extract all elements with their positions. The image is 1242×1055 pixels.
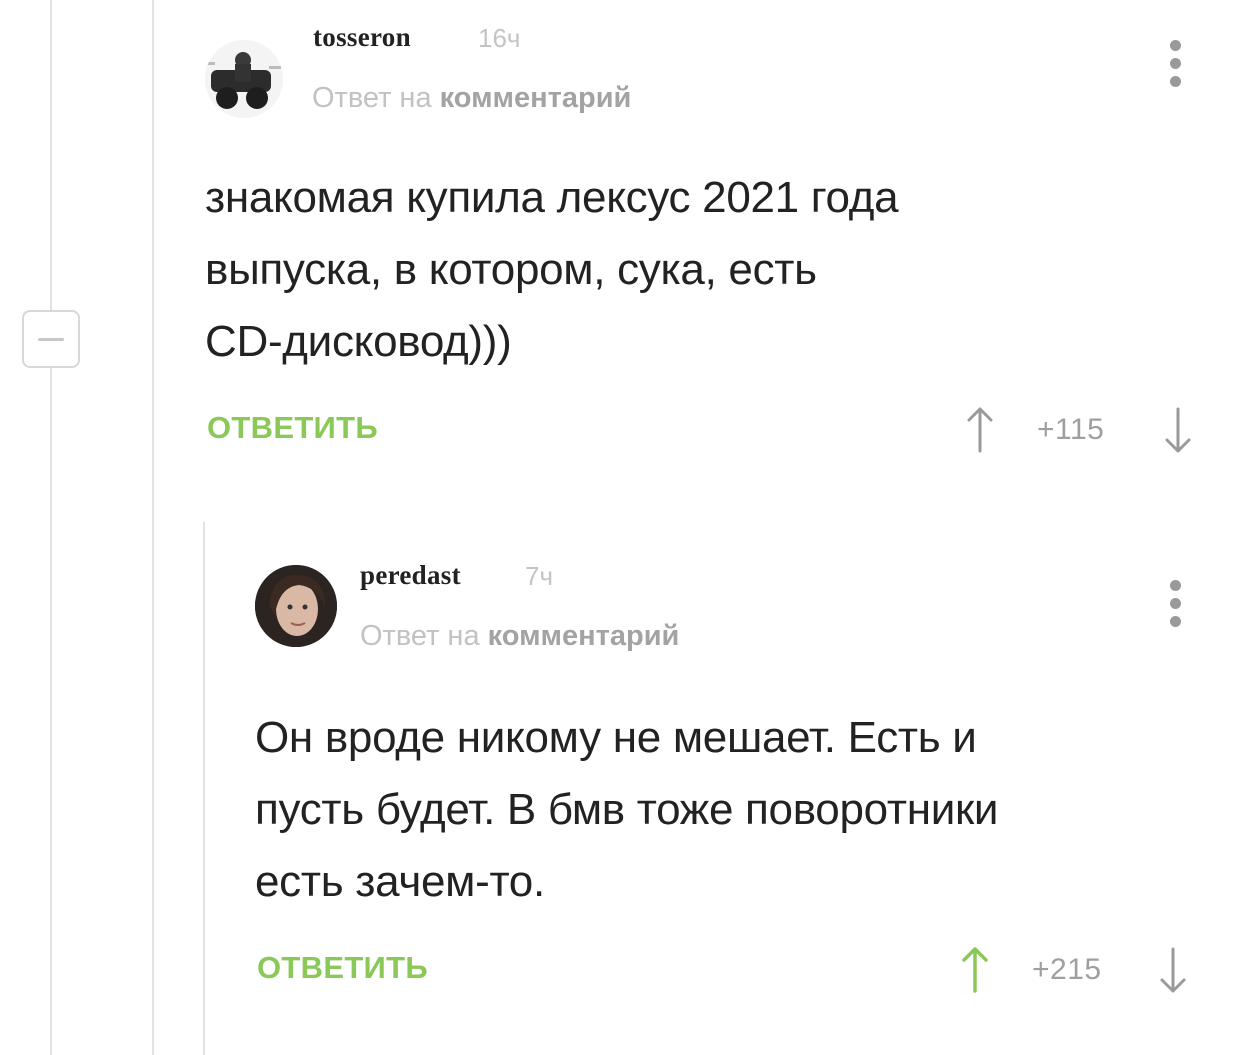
minus-icon xyxy=(38,338,64,341)
reply-to-prefix: Ответ на xyxy=(312,82,432,114)
comment-text-line: CD-дисковод))) xyxy=(205,317,512,366)
comment-author[interactable]: tosseron xyxy=(313,22,411,53)
collapse-thread-button[interactable] xyxy=(22,310,80,368)
reply-to-info: Ответ на комментарий xyxy=(360,620,679,653)
kebab-menu-icon[interactable] xyxy=(1168,580,1182,630)
avatar[interactable] xyxy=(255,565,337,647)
upvote-arrow-icon[interactable] xyxy=(965,405,995,455)
comment-text: Он вроде никому не мешает. Есть и пусть … xyxy=(255,702,1175,918)
comment-text: знакомая купила лексус 2021 года выпуска… xyxy=(205,162,1105,378)
rating-value: +215 xyxy=(1032,953,1102,986)
comment-time: 7ч xyxy=(525,561,554,591)
avatar[interactable] xyxy=(205,40,283,118)
downvote-arrow-icon[interactable] xyxy=(1158,945,1188,995)
rating-value: +115 xyxy=(1037,413,1105,446)
thread-line-reply xyxy=(203,522,205,1055)
reply-button[interactable]: ОТВЕТИТЬ xyxy=(207,410,378,446)
comment-text-line: знакомая купила лексус 2021 года xyxy=(205,173,899,222)
comment-text-line: Он вроде никому не мешает. Есть и xyxy=(255,713,977,762)
comment-author[interactable]: peredast xyxy=(360,560,461,591)
comment-text-line: пусть будет. В бмв тоже поворотники xyxy=(255,785,999,834)
comment-text-line: выпуска, в котором, сука, есть xyxy=(205,245,817,294)
reply-to-link[interactable]: комментарий xyxy=(488,620,680,652)
reply-button[interactable]: ОТВЕТИТЬ xyxy=(257,950,428,986)
comment: tosseron 16ч Ответ на комментарий знаком… xyxy=(205,0,1225,500)
upvote-arrow-icon[interactable] xyxy=(960,945,990,995)
thread-line-inner xyxy=(152,0,154,1055)
reply-to-info: Ответ на комментарий xyxy=(312,82,631,115)
kebab-menu-icon[interactable] xyxy=(1168,40,1182,90)
comment: peredast 7ч Ответ на комментарий Он врод… xyxy=(255,520,1225,1040)
reply-to-prefix: Ответ на xyxy=(360,620,480,652)
comment-text-line: есть зачем-то. xyxy=(255,857,545,906)
reply-to-link[interactable]: комментарий xyxy=(440,82,632,114)
thread-line-outer xyxy=(50,0,52,1055)
downvote-arrow-icon[interactable] xyxy=(1163,405,1193,455)
comment-time: 16ч xyxy=(478,23,521,53)
